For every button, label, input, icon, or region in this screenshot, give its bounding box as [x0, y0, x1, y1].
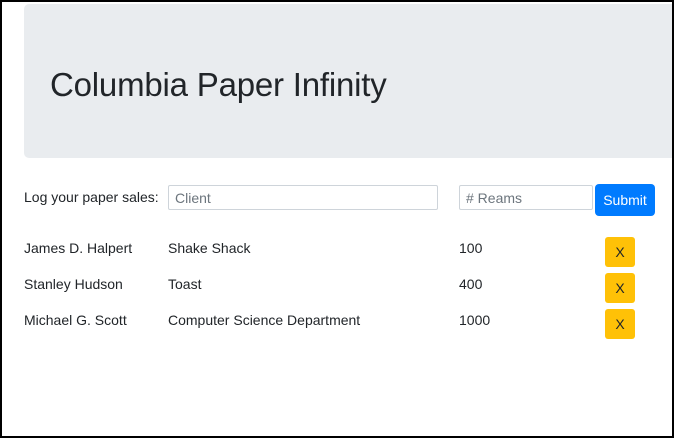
reams-count: 1000: [459, 312, 491, 328]
salesperson-name: Stanley Hudson: [24, 276, 123, 292]
salesperson-name: Michael G. Scott: [24, 312, 127, 328]
sales-form-label: Log your paper sales:: [24, 189, 159, 205]
client-name: Shake Shack: [168, 240, 251, 256]
sale-row: Michael G. Scott Computer Science Depart…: [2, 309, 672, 348]
reams-count: 100: [459, 240, 483, 256]
sale-row: James D. Halpert Shake Shack 100 X: [2, 237, 672, 276]
client-input[interactable]: [168, 185, 438, 210]
delete-sale-button[interactable]: X: [605, 309, 635, 339]
submit-button[interactable]: Submit: [595, 184, 655, 216]
delete-sale-button[interactable]: X: [605, 237, 635, 267]
app-window: Columbia Paper Infinity Log your paper s…: [0, 0, 674, 438]
client-name: Toast: [168, 276, 202, 292]
client-name: Computer Science Department: [168, 312, 361, 328]
reams-count: 400: [459, 276, 483, 292]
page-title: Columbia Paper Infinity: [50, 66, 387, 103]
delete-sale-button[interactable]: X: [605, 273, 635, 303]
sale-row: Stanley Hudson Toast 400 X: [2, 273, 672, 312]
header-banner: Columbia Paper Infinity: [24, 4, 672, 158]
reams-input[interactable]: [459, 185, 593, 210]
salesperson-name: James D. Halpert: [24, 240, 133, 256]
